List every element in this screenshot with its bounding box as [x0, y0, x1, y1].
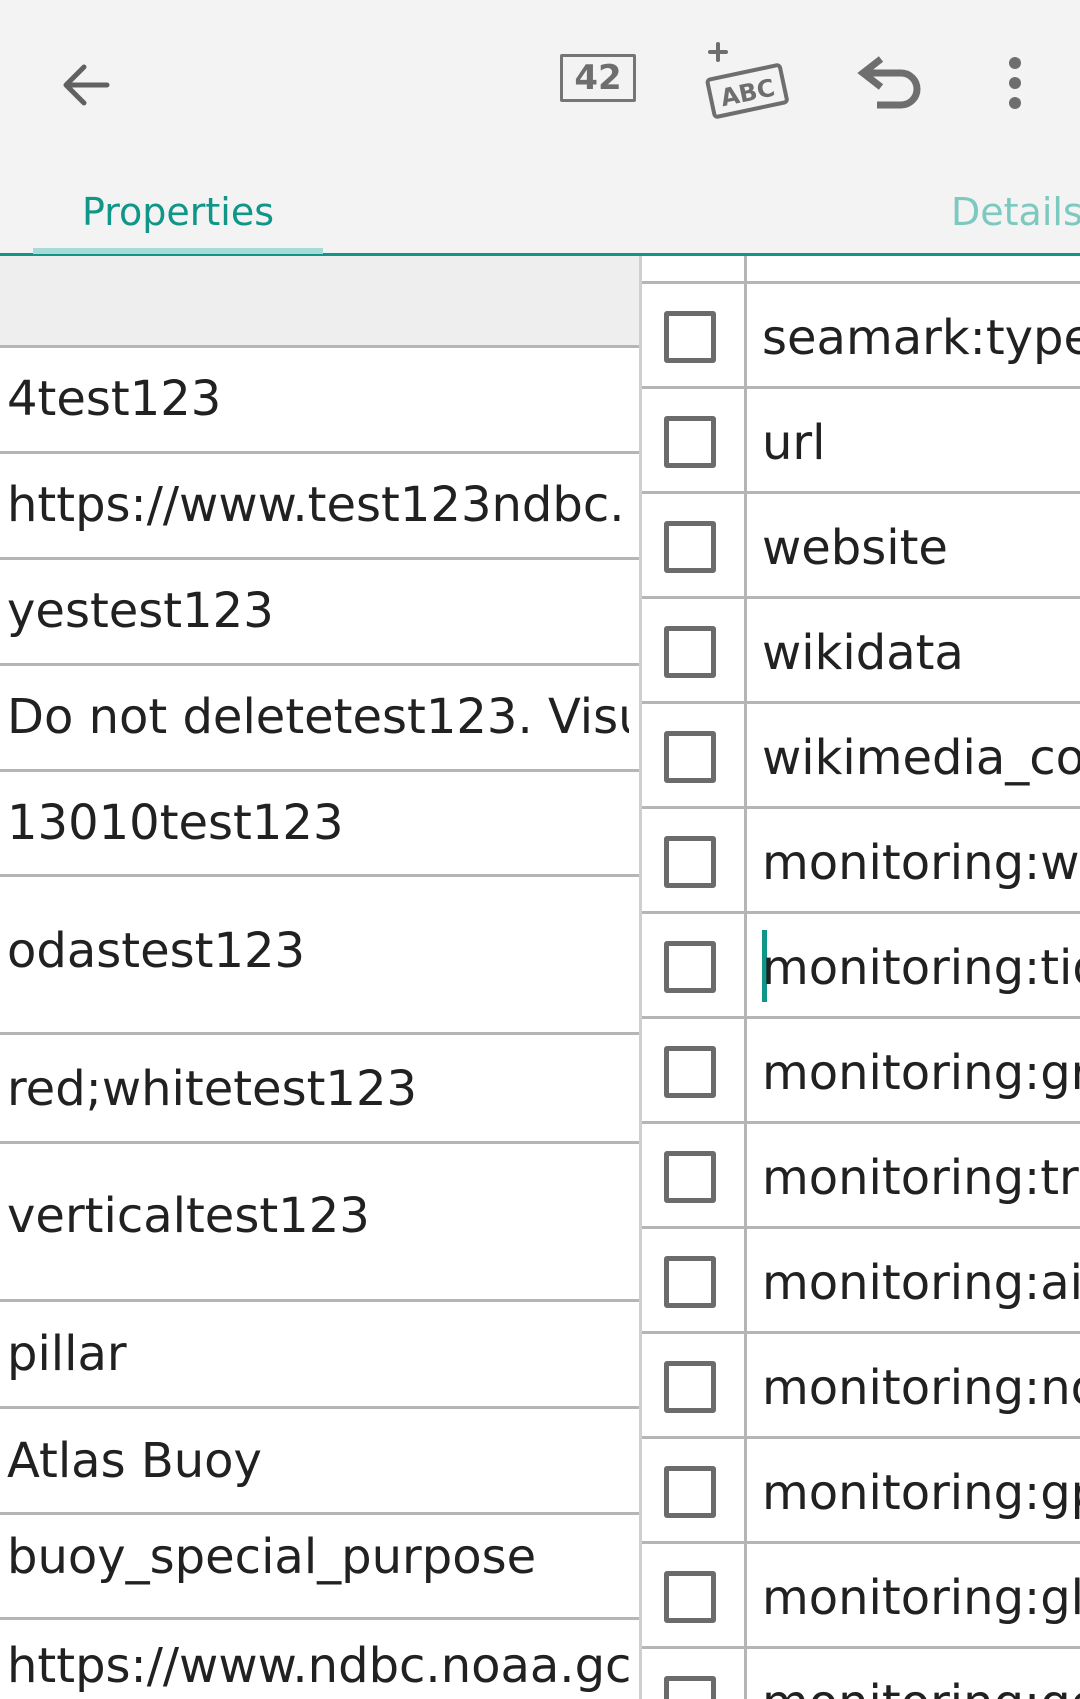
undo-icon: [857, 56, 921, 109]
value-text[interactable]: Atlas Buoy: [7, 1431, 629, 1491]
key-text[interactable]: url: [762, 413, 826, 473]
key-text[interactable]: monitoring:air: [762, 1253, 1080, 1313]
row-checkbox[interactable]: [664, 1046, 716, 1098]
row-checkbox[interactable]: [664, 626, 716, 678]
value-text[interactable]: pillar: [7, 1324, 629, 1384]
column-divider: [744, 256, 747, 1699]
value-row[interactable]: pillar: [0, 1302, 639, 1409]
row-checkbox[interactable]: [664, 1361, 716, 1413]
add-tag-button[interactable]: ABC: [700, 40, 790, 120]
value-row[interactable]: verticaltest123: [0, 1144, 639, 1302]
key-row[interactable]: monitoring:no: [642, 1334, 1080, 1439]
value-row[interactable]: Do not deletetest123. Visu: [0, 666, 639, 772]
row-checkbox[interactable]: [664, 521, 716, 573]
tag-count-button[interactable]: 42: [560, 54, 636, 102]
value-text[interactable]: https://www.test123ndbc.: [7, 475, 629, 535]
row-checkbox[interactable]: [664, 731, 716, 783]
key-text[interactable]: seamark:type: [762, 308, 1080, 368]
row-checkbox[interactable]: [664, 941, 716, 993]
more-vert-icon: [1009, 57, 1021, 109]
value-text[interactable]: odastest123: [7, 921, 629, 981]
tab-details[interactable]: Details: [951, 190, 1080, 234]
row-checkbox[interactable]: [664, 1256, 716, 1308]
value-row[interactable]: odastest123: [0, 877, 639, 1035]
row-checkbox[interactable]: [664, 1676, 716, 1699]
back-button[interactable]: [50, 50, 120, 120]
key-text[interactable]: monitoring:no: [762, 1358, 1080, 1418]
key-row[interactable]: url: [642, 389, 1080, 494]
key-row[interactable]: monitoring:gp: [642, 1439, 1080, 1544]
row-checkbox[interactable]: [664, 311, 716, 363]
key-text[interactable]: website: [762, 518, 948, 578]
tab-bar: Properties Details: [0, 160, 1080, 256]
key-text[interactable]: monitoring:wa: [762, 833, 1080, 893]
key-text[interactable]: monitoring:gp: [762, 1463, 1080, 1523]
key-text[interactable]: monitoring:gl: [762, 1568, 1080, 1628]
key-row[interactable]: monitoring:tid: [642, 914, 1080, 1019]
tab-properties[interactable]: Properties: [82, 190, 274, 234]
value-text[interactable]: 13010test123: [7, 793, 629, 853]
value-row[interactable]: https://www.ndbc.noaa.gc: [0, 1620, 639, 1699]
key-text[interactable]: monitoring:tra: [762, 1148, 1080, 1208]
key-row[interactable]: website: [642, 494, 1080, 599]
value-text[interactable]: buoy_special_purpose: [7, 1527, 629, 1587]
key-row[interactable]: seamark:type: [642, 284, 1080, 389]
value-text[interactable]: yestest123: [7, 581, 629, 641]
key-row[interactable]: monitoring:gr: [642, 1019, 1080, 1124]
tag-count-value: 42: [574, 58, 622, 98]
key-text[interactable]: monitoring:ge: [762, 1673, 1080, 1699]
row-checkbox[interactable]: [664, 1571, 716, 1623]
row-checkbox[interactable]: [664, 1466, 716, 1518]
key-row[interactable]: monitoring:ge: [642, 1649, 1080, 1699]
value-text[interactable]: 4test123: [7, 369, 629, 429]
key-row[interactable]: monitoring:air: [642, 1229, 1080, 1334]
row-checkbox[interactable]: [664, 1151, 716, 1203]
toolbar: 42 ABC: [0, 0, 1080, 160]
add-abc-tag-icon: ABC: [705, 42, 789, 119]
key-text[interactable]: monitoring:tid: [762, 938, 1080, 998]
key-column: seamark:type url website wikidata wikime…: [639, 256, 1080, 1699]
more-options-button[interactable]: [1000, 48, 1030, 118]
value-text[interactable]: red;whitetest123: [7, 1059, 629, 1119]
key-row[interactable]: wikidata: [642, 599, 1080, 704]
tab-indicator: [33, 248, 323, 254]
row-checkbox[interactable]: [664, 416, 716, 468]
row-checkbox[interactable]: [664, 836, 716, 888]
value-text[interactable]: verticaltest123: [7, 1186, 629, 1246]
key-text[interactable]: wikimedia_co: [762, 728, 1080, 788]
key-row[interactable]: wikimedia_co: [642, 704, 1080, 809]
key-row[interactable]: monitoring:gl: [642, 1544, 1080, 1649]
value-row[interactable]: 13010test123: [0, 772, 639, 877]
value-column-header: [0, 256, 639, 348]
value-row[interactable]: https://www.test123ndbc.: [0, 454, 639, 560]
key-text[interactable]: monitoring:gr: [762, 1043, 1080, 1103]
key-row[interactable]: monitoring:tra: [642, 1124, 1080, 1229]
value-row[interactable]: buoy_special_purpose: [0, 1515, 639, 1620]
value-row[interactable]: Atlas Buoy: [0, 1409, 639, 1515]
value-row[interactable]: red;whitetest123: [0, 1035, 639, 1144]
value-row[interactable]: 4test123: [0, 348, 639, 454]
value-row[interactable]: yestest123: [0, 560, 639, 666]
value-text[interactable]: https://www.ndbc.noaa.gc: [7, 1636, 629, 1696]
key-text[interactable]: wikidata: [762, 623, 964, 683]
undo-button[interactable]: [850, 48, 930, 118]
value-text[interactable]: Do not deletetest123. Visu: [7, 687, 629, 747]
key-row[interactable]: monitoring:wa: [642, 809, 1080, 914]
value-column: 4test123 https://www.test123ndbc. yestes…: [0, 256, 639, 1699]
arrow-left-icon: [63, 64, 110, 106]
